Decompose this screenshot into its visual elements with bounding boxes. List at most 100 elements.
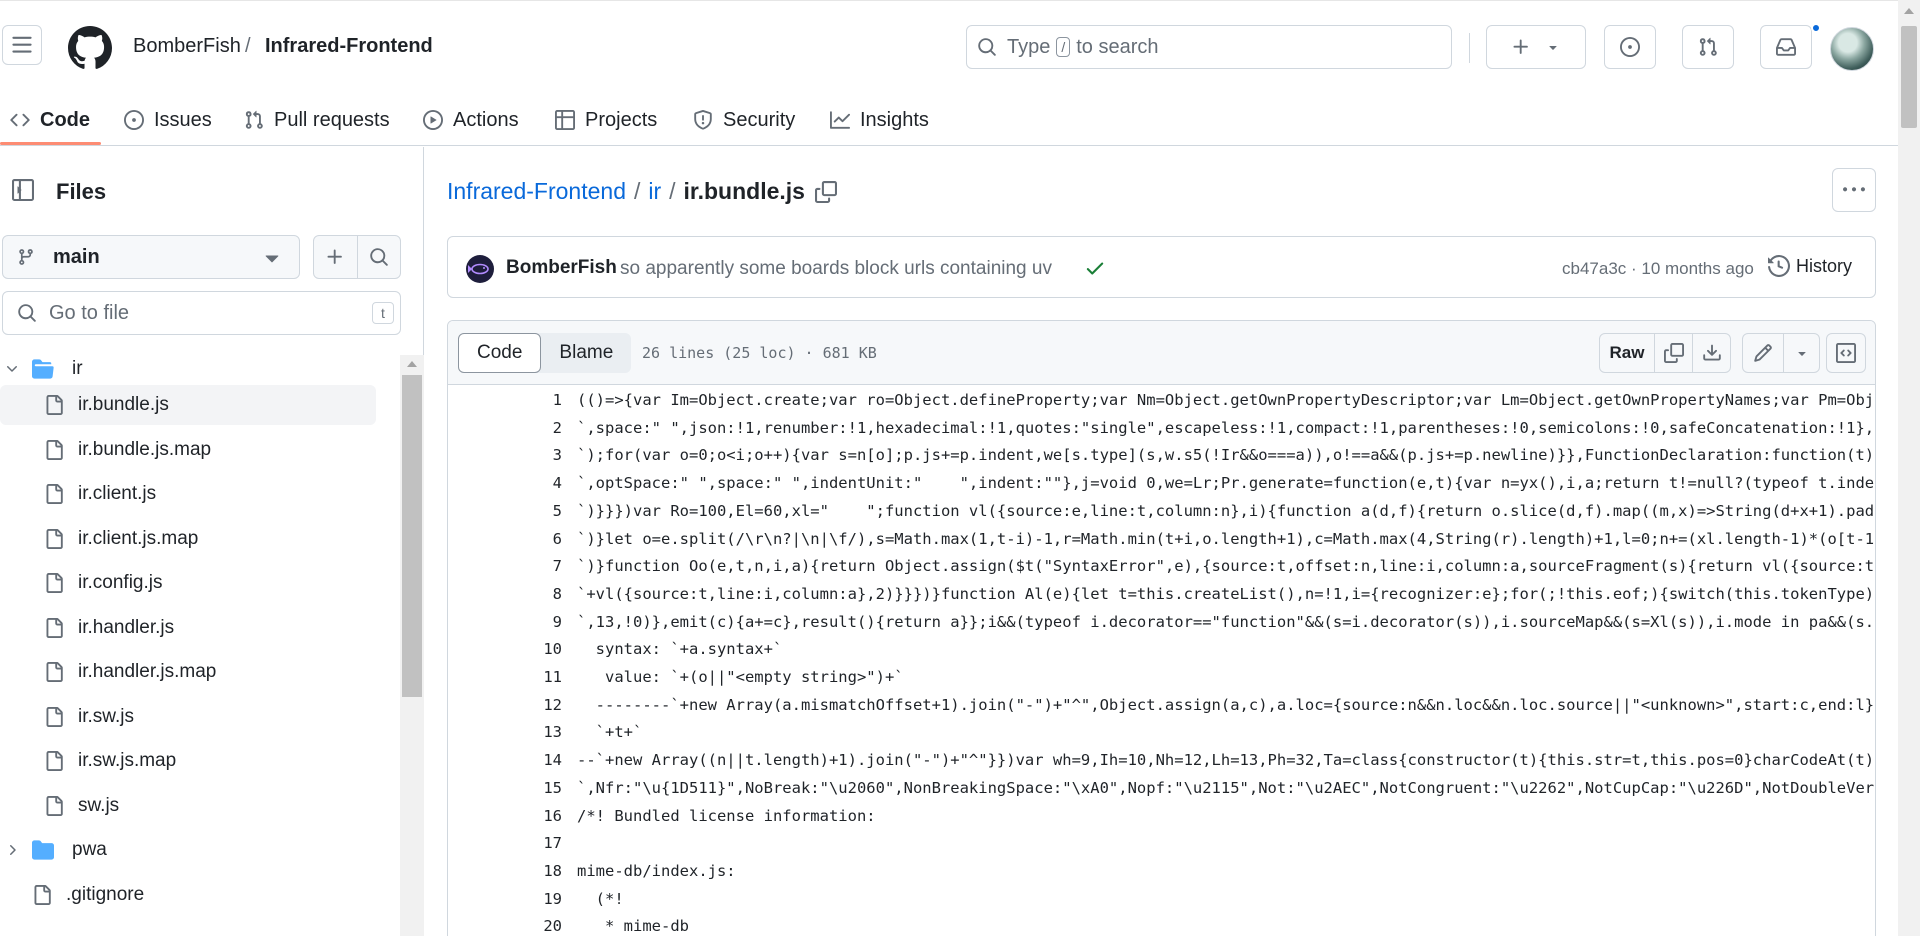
more-options-button[interactable] (1832, 168, 1876, 212)
active-tab-indicator (0, 142, 101, 145)
chevron-right-icon[interactable] (0, 842, 24, 858)
user-avatar[interactable] (1830, 27, 1874, 71)
commit-author[interactable]: BomberFish (506, 257, 617, 279)
line-number[interactable]: 14 (448, 751, 562, 769)
github-logo-icon[interactable] (68, 26, 112, 70)
tab-code[interactable]: Code (10, 102, 90, 138)
check-icon[interactable] (1084, 257, 1106, 279)
line-number[interactable]: 6 (448, 530, 562, 548)
chevron-down-icon[interactable] (0, 361, 24, 377)
path-dir-link[interactable]: ir (648, 178, 661, 205)
repo-link[interactable]: Infrared-Frontend (265, 35, 433, 58)
tree-folder-ir[interactable]: ir (0, 349, 376, 389)
line-content: `)}let o=e.split(/\r\n?|\n|\f/),s=Math.m… (577, 529, 1876, 548)
tree-file-ir-handler-js-map[interactable]: ir.handler.js.map (0, 652, 376, 692)
line-number[interactable]: 17 (448, 834, 562, 852)
line-number[interactable]: 10 (448, 640, 562, 658)
tab-projects[interactable]: Projects (555, 102, 657, 138)
code-line: 8 `+vl({source:t,line:i,column:a},2)}}})}… (448, 580, 1875, 608)
line-number[interactable]: 20 (448, 917, 562, 935)
page-scrollbar[interactable] (1898, 0, 1920, 936)
line-number[interactable]: 4 (448, 474, 562, 492)
owner-link[interactable]: BomberFish (133, 35, 241, 58)
line-number[interactable]: 5 (448, 502, 562, 520)
line-number[interactable]: 7 (448, 557, 562, 575)
go-to-file-placeholder: Go to file (49, 301, 130, 324)
line-number[interactable]: 19 (448, 890, 562, 908)
menu-button[interactable] (2, 25, 42, 65)
scroll-up-arrow[interactable] (1904, 8, 1914, 14)
search-input[interactable]: Type / to search (966, 25, 1452, 69)
history-label: History (1796, 255, 1853, 276)
history-button[interactable]: History (1768, 255, 1852, 277)
tree-item-label: ir.client.js (78, 483, 157, 504)
tab-issues[interactable]: Issues (124, 102, 212, 138)
code-line: 9 `,13,!0)},emit(c){a+=c},result(){return… (448, 608, 1875, 636)
code-view-button[interactable]: Code (458, 333, 542, 373)
tree-file-ir-sw-js-map[interactable]: ir.sw.js.map (0, 741, 376, 781)
create-new-button[interactable] (1486, 25, 1586, 69)
pencil-icon (1754, 344, 1772, 362)
copy-raw-button[interactable] (1654, 334, 1692, 372)
tab-security[interactable]: Security (693, 102, 795, 138)
tab-actions[interactable]: Actions (423, 102, 519, 138)
line-number[interactable]: 12 (448, 696, 562, 714)
line-number[interactable]: 2 (448, 419, 562, 437)
code-line: 15 `,Nfr:"\u{1D511}",NoBreak:"\u2060",Non… (448, 774, 1875, 802)
line-number[interactable]: 8 (448, 585, 562, 603)
line-number[interactable]: 3 (448, 446, 562, 464)
line-number[interactable]: 1 (448, 391, 562, 409)
inbox-button[interactable] (1760, 25, 1812, 69)
line-content: syntax: `+a.syntax+` (577, 640, 783, 659)
edit-menu-button[interactable] (1783, 334, 1819, 372)
tree-file-ir-client-js-map[interactable]: ir.client.js.map (0, 519, 376, 559)
collapse-sidebar-button[interactable] (4, 171, 42, 209)
tree-item-label: pwa (72, 839, 107, 860)
go-to-file-input[interactable]: Go to file t (2, 291, 401, 335)
file-icon (46, 662, 63, 682)
line-number[interactable]: 13 (448, 723, 562, 741)
branch-selector[interactable]: main (2, 235, 300, 279)
tree-file-ir-client-js[interactable]: ir.client.js (0, 474, 376, 514)
tree-file-gitignore[interactable]: .gitignore (0, 875, 376, 915)
line-content: --------`+new Array(a.mismatchOffset+1).… (577, 695, 1876, 714)
blame-view-button[interactable]: Blame (541, 333, 631, 373)
tree-file-ir-bundle-js[interactable]: ir.bundle.js (0, 385, 376, 425)
issues-button[interactable] (1604, 25, 1656, 69)
scrollbar-thumb[interactable] (402, 375, 422, 697)
line-number[interactable]: 15 (448, 779, 562, 797)
file-tree-scrollbar[interactable] (400, 355, 424, 936)
commit-hash-time[interactable]: cb47a3c · 10 months ago (1562, 259, 1754, 279)
tree-file-sw-js[interactable]: sw.js (0, 786, 376, 826)
file-path-breadcrumb: Infrared-Frontend / ir / ir.bundle.js (447, 178, 837, 205)
tree-file-ir-config-js[interactable]: ir.config.js (0, 563, 376, 603)
line-number[interactable]: 11 (448, 668, 562, 686)
commit-author-avatar[interactable] (466, 255, 494, 283)
symbols-panel-button[interactable] (1826, 333, 1866, 373)
tree-item-label: ir.sw.js.map (78, 750, 177, 771)
line-number[interactable]: 9 (448, 613, 562, 631)
line-number[interactable]: 18 (448, 862, 562, 880)
commit-message[interactable]: so apparently some boards block urls con… (620, 258, 1052, 280)
scrollbar-thumb[interactable] (1901, 26, 1917, 128)
add-file-button[interactable] (314, 236, 357, 278)
raw-actions-group: Raw (1599, 333, 1731, 373)
search-code-button[interactable] (356, 236, 401, 278)
tree-folder-pwa[interactable]: pwa (0, 830, 376, 870)
tab-label: Code (40, 108, 90, 131)
tree-file-ir-sw-js[interactable]: ir.sw.js (0, 697, 376, 737)
copy-icon[interactable] (814, 180, 837, 203)
pull-requests-button[interactable] (1682, 25, 1734, 69)
download-button[interactable] (1692, 334, 1730, 372)
raw-button[interactable]: Raw (1600, 334, 1654, 372)
tab-insights[interactable]: Insights (830, 102, 929, 138)
scroll-up-arrow[interactable] (407, 361, 417, 367)
line-number[interactable]: 16 (448, 807, 562, 825)
tab-pull-requests[interactable]: Pull requests (244, 102, 390, 138)
tree-file-ir-bundle-js-map[interactable]: ir.bundle.js.map (0, 430, 376, 470)
shield-icon (694, 110, 712, 130)
edit-file-button[interactable] (1743, 334, 1783, 372)
path-repo-link[interactable]: Infrared-Frontend (447, 178, 626, 205)
triangle-down-icon (1797, 352, 1806, 356)
tree-file-ir-handler-js[interactable]: ir.handler.js (0, 608, 376, 648)
